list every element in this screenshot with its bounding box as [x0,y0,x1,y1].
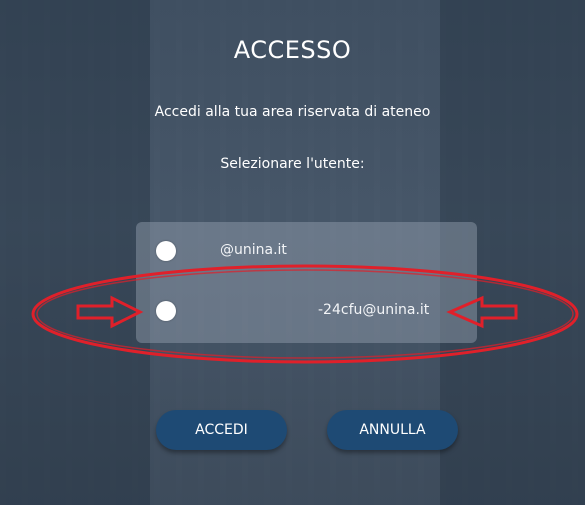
page-subtitle: Accedi alla tua area riservata di ateneo [154,104,431,120]
user-option-2-label: -24cfu@unina.it [318,302,430,318]
user-option-2[interactable]: -24cfu@unina.it [136,292,477,332]
user-option-1-label: @unina.it [220,242,287,258]
annulla-button[interactable]: ANNULLA [327,410,458,450]
user-selection-panel: @unina.it -24cfu@unina.it [136,222,477,343]
user-option-1[interactable]: @unina.it [136,232,477,272]
user-option-1-radio[interactable] [156,241,176,261]
accedi-button[interactable]: ACCEDI [156,410,287,450]
background-building-shape [0,0,150,505]
page-title: ACCESSO [233,36,352,64]
user-option-2-radio[interactable] [156,301,176,321]
select-user-label: Selezionare l'utente: [220,156,365,172]
